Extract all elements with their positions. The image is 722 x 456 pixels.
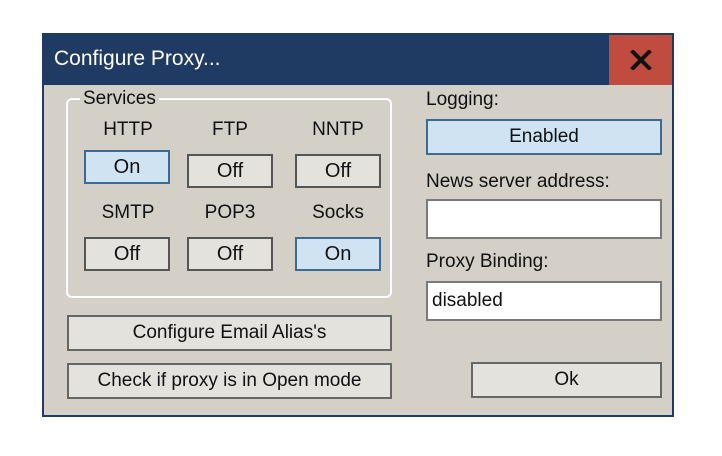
proxy-binding-field[interactable] — [426, 281, 662, 321]
check-open-mode-button[interactable]: Check if proxy is in Open mode — [67, 363, 392, 399]
window-title: Configure Proxy... — [54, 47, 221, 70]
news-server-address-field[interactable] — [426, 199, 662, 239]
title-bar[interactable]: Configure Proxy... — [44, 35, 672, 85]
ok-button[interactable]: Ok — [471, 362, 662, 398]
smtp-toggle-button[interactable]: Off — [84, 237, 170, 271]
smtp-label: SMTP — [101, 202, 155, 223]
http-label: HTTP — [103, 119, 153, 140]
nntp-label: NNTP — [312, 119, 364, 140]
close-button[interactable] — [607, 35, 672, 85]
services-legend: Services — [80, 88, 159, 110]
configure-email-alias-button[interactable]: Configure Email Alias's — [67, 315, 392, 351]
socks-toggle-button[interactable]: On — [295, 237, 381, 271]
socks-label: Socks — [312, 202, 364, 223]
ftp-label: FTP — [212, 119, 248, 140]
configure-proxy-dialog: Configure Proxy... Services HTTP FTP NNT… — [42, 33, 674, 417]
pop3-label: POP3 — [204, 202, 256, 223]
proxy-binding-label: Proxy Binding: — [426, 251, 549, 272]
ftp-toggle-button[interactable]: Off — [187, 154, 273, 188]
pop3-toggle-button[interactable]: Off — [187, 237, 273, 271]
close-icon — [629, 50, 652, 70]
news-server-label: News server address: — [426, 171, 610, 192]
nntp-toggle-button[interactable]: Off — [295, 154, 381, 188]
logging-label: Logging: — [426, 89, 499, 110]
http-toggle-button[interactable]: On — [84, 150, 170, 184]
logging-toggle-button[interactable]: Enabled — [426, 119, 662, 155]
